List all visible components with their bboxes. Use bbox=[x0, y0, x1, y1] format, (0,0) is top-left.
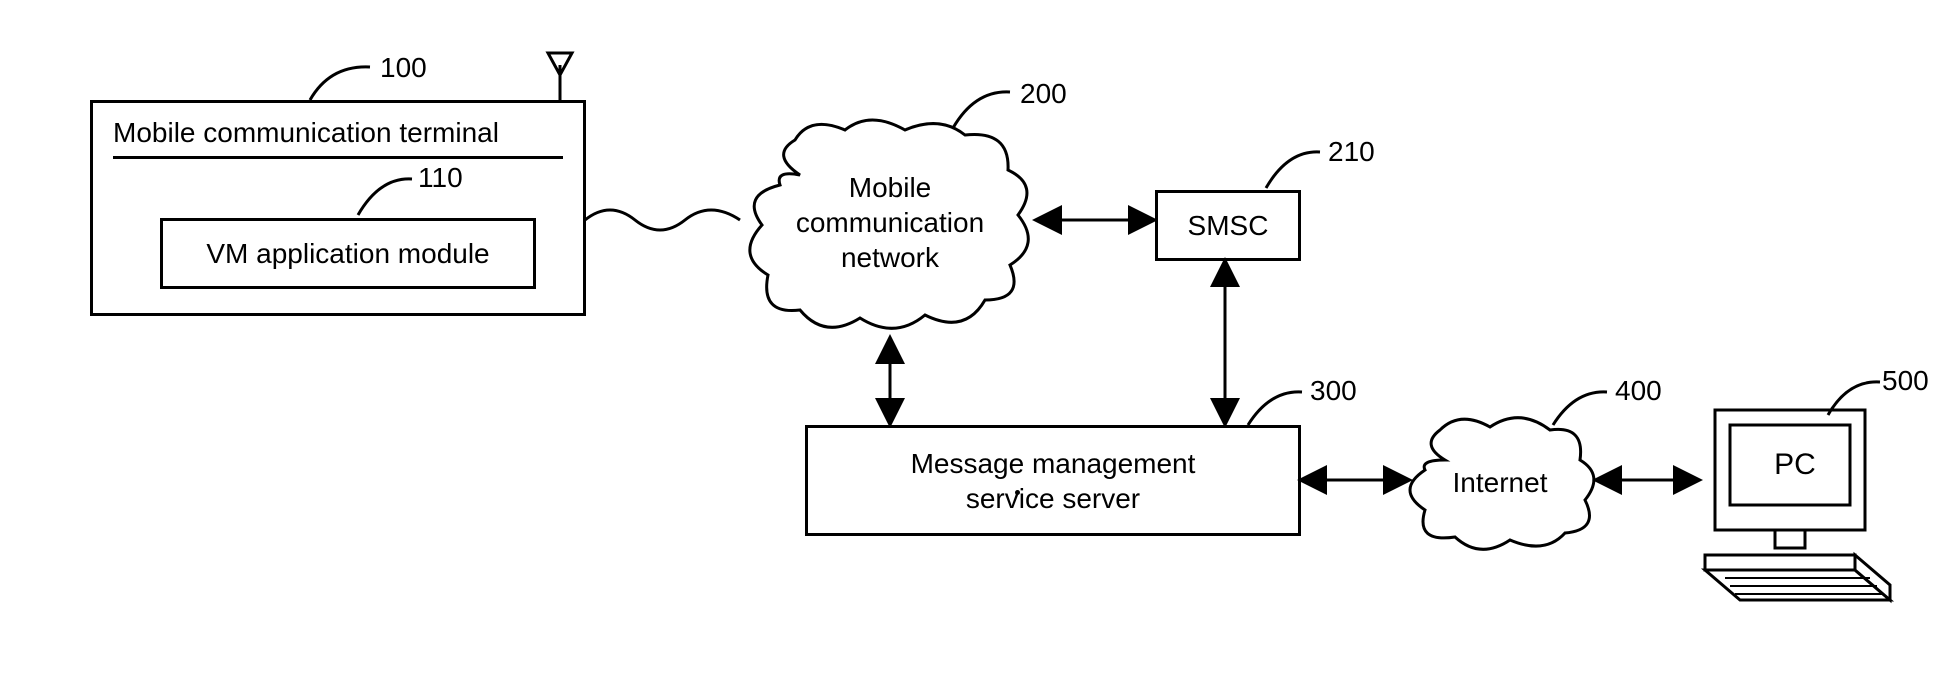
arrow-cloud-server bbox=[875, 332, 905, 430]
ref-leader-400 bbox=[1545, 380, 1615, 430]
arrow-cloud-smsc bbox=[1030, 205, 1160, 235]
ref-210: 210 bbox=[1328, 136, 1375, 168]
ref-110: 110 bbox=[418, 162, 463, 194]
ref-leader-500 bbox=[1820, 370, 1890, 420]
arrow-internet-pc bbox=[1590, 465, 1705, 495]
terminal-title: Mobile communication terminal bbox=[113, 115, 563, 159]
ref-400: 400 bbox=[1615, 375, 1662, 407]
dot-artifact bbox=[1015, 490, 1020, 495]
mobile-network-cloud bbox=[740, 115, 1040, 340]
antenna-icon bbox=[540, 45, 580, 105]
pc-icon bbox=[1695, 400, 1895, 610]
ref-200: 200 bbox=[1020, 78, 1067, 110]
wireless-link bbox=[580, 195, 755, 245]
ref-500: 500 bbox=[1882, 365, 1929, 397]
ref-leader-100 bbox=[300, 55, 380, 105]
smsc-label: SMSC bbox=[1188, 208, 1269, 243]
vm-module-box: VM application module bbox=[160, 218, 536, 289]
ref-100: 100 bbox=[380, 52, 427, 84]
ref-leader-200 bbox=[945, 80, 1020, 135]
arrow-server-internet bbox=[1295, 465, 1415, 495]
internet-cloud bbox=[1400, 415, 1600, 555]
msg-server-label: Message management service server bbox=[911, 446, 1196, 516]
ref-leader-300 bbox=[1240, 380, 1310, 430]
msg-server-box: Message management service server bbox=[805, 425, 1301, 536]
ref-leader-110 bbox=[350, 165, 420, 220]
vm-module-label: VM application module bbox=[206, 236, 489, 271]
smsc-box: SMSC bbox=[1155, 190, 1301, 261]
ref-leader-210 bbox=[1258, 140, 1328, 195]
pc-label: PC bbox=[1760, 448, 1830, 482]
arrow-smsc-server bbox=[1210, 255, 1240, 430]
ref-300: 300 bbox=[1310, 375, 1357, 407]
